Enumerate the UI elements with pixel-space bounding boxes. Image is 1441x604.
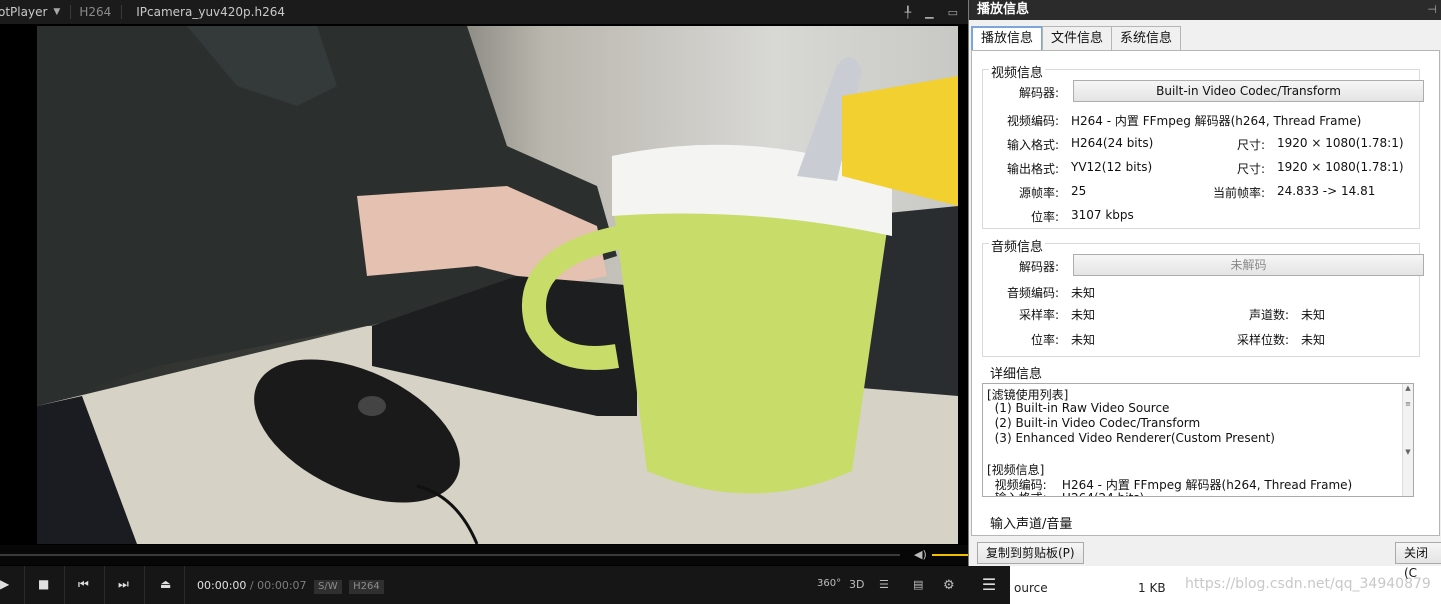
audio-codec-label: 音频编码: xyxy=(1006,286,1059,300)
current-fps-label: 当前帧率: xyxy=(1212,186,1265,200)
detail-line: (2) Built-in Video Codec/Transform xyxy=(987,416,1201,430)
divider xyxy=(70,5,72,19)
time-separator: / xyxy=(249,579,254,592)
bit-depth-label: 采样位数: xyxy=(1236,333,1289,347)
stop-icon[interactable]: ■ xyxy=(38,577,49,591)
playback-info-panel: 播放信息 ⊣ 播放信息 文件信息 系统信息 视频信息 解码器: Built-in… xyxy=(968,0,1441,580)
seek-area: ◀) xyxy=(0,545,968,565)
channels-value: 未知 xyxy=(1301,308,1326,322)
format-tag: H264 xyxy=(79,5,112,19)
minimize-icon[interactable]: ▁ xyxy=(925,6,933,19)
divider xyxy=(24,566,25,604)
audio-codec-value: 未知 xyxy=(1071,286,1096,300)
gear-icon[interactable]: ⚙ xyxy=(943,578,955,593)
time-total: 00:00:07 xyxy=(257,579,307,592)
divider xyxy=(104,566,105,604)
maximize-icon[interactable]: ▭ xyxy=(948,6,958,19)
tab-system-info[interactable]: 系统信息 xyxy=(1111,26,1182,51)
output-format-label: 输出格式: xyxy=(1006,162,1059,176)
control-bar: ▶ ■ ⏮ ⏭ ⏏ 00:00:00 / 00:00:07 S/W H264 3… xyxy=(0,566,1010,604)
output-size-label: 尺寸: xyxy=(1236,162,1265,176)
video-codec-value: H264 - 内置 FFmpeg 解码器(h264, Thread Frame) xyxy=(1071,114,1362,128)
info-tabs: 播放信息 文件信息 系统信息 xyxy=(971,26,1182,51)
detail-textbox[interactable]: [滤镜使用列表] (1) Built-in Raw Video Source (… xyxy=(982,383,1414,497)
tab-file-info[interactable]: 文件信息 xyxy=(1042,26,1113,51)
detail-line: (3) Enhanced Video Renderer(Custom Prese… xyxy=(987,431,1275,445)
play-icon[interactable]: ▶ xyxy=(0,577,9,591)
audio-decoder-label: 解码器: xyxy=(1018,260,1059,274)
video-codec-label: 视频编码: xyxy=(1006,114,1059,128)
video-info-title: 视频信息 xyxy=(989,62,1046,81)
sw-badge[interactable]: S/W xyxy=(314,580,342,594)
source-fps-label: 源帧率: xyxy=(1018,186,1059,200)
source-fps-value: 25 xyxy=(1071,184,1087,198)
output-format-value: YV12(12 bits) xyxy=(1071,160,1153,174)
codec-badge[interactable]: H264 xyxy=(349,580,384,594)
tab-content: 视频信息 解码器: Built-in Video Codec/Transform… xyxy=(971,50,1440,536)
close-button[interactable]: 关闭(C xyxy=(1395,542,1441,580)
time-current: 00:00:00 xyxy=(197,579,247,592)
input-size-value: 1920 × 1080(1.78:1) xyxy=(1277,136,1404,150)
tab-playback-info[interactable]: 播放信息 xyxy=(971,26,1044,51)
playlist-search-icon[interactable]: ☰ xyxy=(879,578,889,591)
divider xyxy=(144,566,145,604)
audio-info-group: 音频信息 解码器: 未解码 音频编码: 未知 采样率: 未知 声道数: 未知 位… xyxy=(982,236,1424,357)
divider xyxy=(64,566,65,604)
video-frame[interactable] xyxy=(37,26,958,544)
audio-bitrate-label: 位率: xyxy=(1030,333,1059,347)
detail-line: 输入格式: H264(24 bits) xyxy=(987,489,1145,496)
volume-slider[interactable] xyxy=(932,554,968,556)
audio-decoder-button[interactable]: 未解码 xyxy=(1073,254,1424,276)
video-decoder-label: 解码器: xyxy=(1018,86,1059,100)
window-controls: ╀ ▁ ▭ xyxy=(905,0,959,24)
file-name: IPcamera_yuv420p.h264 xyxy=(136,5,285,19)
divider xyxy=(184,566,185,604)
watermark: https://blog.csdn.net/qq_34940879 xyxy=(1185,576,1431,592)
menu-icon[interactable]: ☰ xyxy=(968,566,1010,604)
pin-icon[interactable]: ⊣ xyxy=(1427,0,1437,19)
current-fps-value: 24.833 -> 14.81 xyxy=(1277,184,1376,198)
app-name[interactable]: otPlayer xyxy=(0,5,47,19)
channel-volume-title: 输入声道/音量 xyxy=(990,517,1073,532)
chevron-down-icon[interactable]: ▼ xyxy=(53,7,60,17)
video-decoder-button[interactable]: Built-in Video Codec/Transform xyxy=(1073,80,1424,102)
eject-icon[interactable]: ⏏ xyxy=(160,577,171,591)
output-size-value: 1920 × 1080(1.78:1) xyxy=(1277,160,1404,174)
detail-line: (1) Built-in Raw Video Source xyxy=(987,401,1170,415)
input-format-label: 输入格式: xyxy=(1006,138,1059,152)
next-icon[interactable]: ⏭ xyxy=(118,577,129,592)
divider xyxy=(121,5,123,19)
playlist-icon[interactable]: ▤ xyxy=(913,578,923,591)
video-info-group: 视频信息 解码器: Built-in Video Codec/Transform… xyxy=(982,62,1424,229)
bit-depth-value: 未知 xyxy=(1301,333,1326,347)
sample-rate-label: 采样率: xyxy=(1018,308,1059,322)
volume-icon[interactable]: ◀) xyxy=(914,548,927,561)
playlist-item-size: 1 KB xyxy=(1138,581,1166,595)
copy-to-clipboard-button[interactable]: 复制到剪贴板(P) xyxy=(977,542,1084,564)
pin-icon[interactable]: ╀ xyxy=(905,6,912,19)
audio-bitrate-value: 未知 xyxy=(1071,333,1096,347)
detail-info-title: 详细信息 xyxy=(988,363,1045,382)
previous-icon[interactable]: ⏮ xyxy=(78,577,89,592)
sample-rate-value: 未知 xyxy=(1071,308,1096,322)
panel-title-bar: 播放信息 ⊣ xyxy=(969,0,1441,20)
playlist-item-name[interactable]: ource xyxy=(1014,581,1048,595)
input-size-label: 尺寸: xyxy=(1236,138,1265,152)
vr-360-button[interactable]: 360° xyxy=(817,578,841,589)
video-bitrate-label: 位率: xyxy=(1030,210,1059,224)
channels-label: 声道数: xyxy=(1248,308,1289,322)
input-format-value: H264(24 bits) xyxy=(1071,136,1154,150)
seek-bar[interactable] xyxy=(0,554,900,556)
audio-info-title: 音频信息 xyxy=(989,236,1046,255)
player-titlebar: otPlayer ▼ H264 IPcamera_yuv420p.h264 ╀ … xyxy=(0,0,968,24)
video-bitrate-value: 3107 kbps xyxy=(1071,208,1134,222)
detail-scrollbar[interactable]: ▲ ≡ ▼ xyxy=(1402,384,1413,496)
panel-title: 播放信息 xyxy=(977,2,1030,17)
time-display: 00:00:00 / 00:00:07 S/W H264 xyxy=(197,579,384,594)
video-image xyxy=(37,26,958,544)
playlist-strip: ource 1 KB https://blog.csdn.net/qq_3494… xyxy=(1010,566,1441,604)
3d-button[interactable]: 3D xyxy=(849,578,864,591)
